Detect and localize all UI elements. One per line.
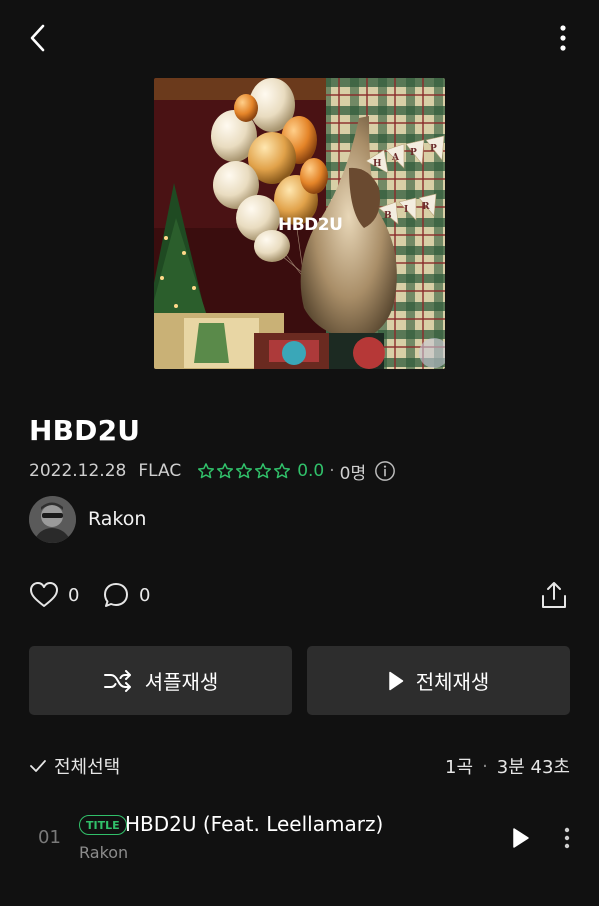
rating-stars[interactable] (197, 462, 291, 480)
svg-text:R: R (422, 202, 430, 212)
select-all-button[interactable]: 전체선택 (29, 752, 120, 780)
svg-text:B: B (384, 211, 392, 221)
info-icon (375, 461, 396, 481)
play-all-button[interactable]: 전체재생 (307, 646, 570, 715)
like-count: 0 (68, 584, 80, 606)
tracklist-summary: 1곡 · 3분 43초 (445, 752, 570, 780)
svg-text:P: P (410, 148, 417, 158)
artist-row[interactable]: Rakon (29, 495, 146, 543)
play-icon (388, 671, 403, 690)
more-options-button[interactable] (550, 20, 576, 56)
svg-text:I: I (404, 205, 408, 215)
comment-count: 0 (139, 584, 151, 606)
track-number: 01 (38, 827, 61, 848)
track-play-button[interactable] (507, 823, 535, 853)
heart-icon (30, 582, 58, 607)
album-cover[interactable]: HAPP BIR HBD2U (154, 78, 445, 369)
artist-avatar (29, 495, 76, 543)
comment-icon (104, 583, 128, 607)
star-icon (236, 463, 253, 479)
track-artist: Rakon (79, 843, 129, 862)
like-button[interactable]: 0 (29, 578, 79, 612)
track-title: HBD2U (Feat. Leellamarz) (125, 812, 384, 836)
vertical-dots-icon (564, 827, 570, 849)
track-more-button[interactable] (556, 823, 578, 853)
album-title: HBD2U (29, 414, 141, 447)
check-icon (30, 760, 46, 772)
star-icon (198, 463, 215, 479)
social-actions: 0 0 (29, 578, 570, 612)
top-bar (0, 0, 599, 76)
star-icon (274, 463, 291, 479)
svg-text:H: H (373, 159, 382, 169)
play-icon (513, 828, 529, 848)
share-button[interactable] (540, 578, 568, 612)
shuffle-play-button[interactable]: 셔플재생 (29, 646, 292, 715)
song-count: 1곡 (445, 757, 474, 778)
rating-count: 0명 (339, 463, 367, 484)
summary-separator: · (482, 755, 488, 777)
shuffle-play-label: 셔플재생 (144, 670, 219, 694)
rating-info-button[interactable] (374, 460, 396, 482)
total-duration: 3분 43초 (496, 757, 570, 778)
title-track-badge: TITLE (79, 815, 127, 835)
svg-text:P: P (430, 144, 437, 154)
album-meta: 2022.12.28 FLAC 0.0 · 0명 (29, 458, 396, 484)
track-row[interactable]: 01 TITLE HBD2U (Feat. Leellamarz) Rakon (0, 805, 599, 871)
release-date: 2022.12.28 (29, 461, 127, 481)
star-icon (217, 463, 234, 479)
share-icon (542, 582, 566, 608)
vertical-dots-icon (560, 25, 566, 51)
select-all-label: 전체선택 (54, 757, 121, 778)
play-all-label: 전체재생 (415, 670, 490, 694)
back-button[interactable] (22, 20, 52, 56)
artist-name: Rakon (88, 508, 147, 530)
svg-text:A: A (391, 153, 400, 163)
audio-format: FLAC (138, 461, 182, 481)
meta-separator: · (329, 461, 335, 481)
comment-button[interactable]: 0 (102, 578, 150, 612)
tracklist-header: 전체선택 1곡 · 3분 43초 (29, 752, 570, 780)
cover-logo-text: HBD2U (278, 215, 342, 235)
rating-value: 0.0 (297, 461, 325, 481)
star-icon (255, 463, 272, 479)
album-cover-art: HA P P BI R HBD2U (154, 78, 445, 369)
chevron-left-icon (30, 24, 45, 52)
shuffle-icon (103, 669, 131, 692)
